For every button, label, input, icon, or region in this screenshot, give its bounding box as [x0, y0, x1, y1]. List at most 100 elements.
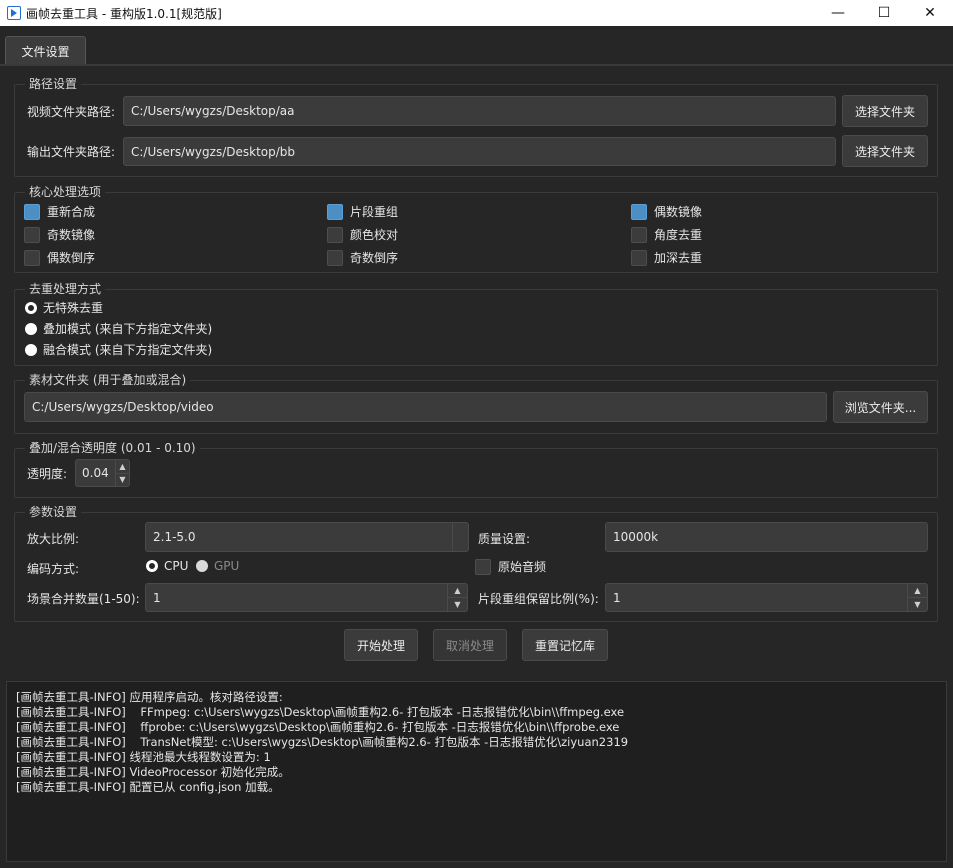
checkbox-box[interactable]	[631, 203, 647, 220]
radio-overlay-mode[interactable]: 叠加模式 (来自下方指定文件夹)	[25, 320, 212, 337]
checkbox-label: 奇数镜像	[47, 228, 96, 242]
log-line: [画帧去重工具-INFO] VideoProcessor 初始化完成。	[16, 765, 290, 779]
step-up-icon[interactable]: ▲	[908, 584, 927, 597]
radio-label: 融合模式 (来自下方指定文件夹)	[43, 343, 213, 357]
quality-label: 质量设置:	[478, 532, 531, 546]
group-title: 叠加/混合透明度 (0.01 - 0.10)	[25, 441, 200, 455]
tab-file-settings[interactable]: 文件设置	[5, 36, 86, 66]
step-down-icon[interactable]: ▼	[116, 472, 129, 487]
reset-memory-button[interactable]: 重置记忆库	[522, 629, 608, 661]
start-processing-button[interactable]: 开始处理	[344, 629, 418, 661]
checkbox-segment-reorg[interactable]: 片段重组	[327, 203, 398, 220]
radio-label: GPU	[214, 559, 240, 573]
scene-merge-spinbox[interactable]: 1 ▲ ▼	[145, 583, 468, 612]
checkbox-box[interactable]	[631, 249, 647, 266]
maximize-button[interactable]: ☐	[861, 0, 907, 26]
close-button[interactable]: ✕	[907, 0, 953, 26]
checkbox-label: 片段重组	[350, 205, 399, 219]
video-folder-label: 视频文件夹路径:	[27, 105, 116, 119]
select-video-folder-button[interactable]: 选择文件夹	[842, 95, 928, 127]
opacity-stepper[interactable]: ▲ ▼	[115, 460, 129, 486]
quality-input[interactable]: 10000k	[605, 522, 928, 552]
checkbox-even-mirror[interactable]: 偶数镜像	[631, 203, 702, 220]
opacity-value: 0.04	[82, 466, 109, 480]
checkbox-box[interactable]	[24, 249, 40, 266]
cancel-processing-button[interactable]: 取消处理	[433, 629, 507, 661]
group-title: 素材文件夹 (用于叠加或混合)	[25, 373, 191, 387]
zoom-ratio-input[interactable]: 2.1-5.0	[145, 522, 469, 552]
log-line: [画帧去重工具-INFO] 配置已从 config.json 加载。	[16, 780, 280, 794]
step-down-icon[interactable]: ▼	[448, 597, 467, 611]
core-options-group: 核心处理选项	[14, 185, 938, 273]
log-line: [画帧去重工具-INFO] 线程池最大线程数设置为: 1	[16, 750, 271, 764]
radio-indicator[interactable]	[25, 343, 37, 356]
checkbox-odd-reverse[interactable]: 奇数倒序	[327, 249, 398, 266]
scene-merge-label: 场景合并数量(1-50):	[27, 592, 140, 606]
zoom-ratio-dropdown[interactable]	[452, 523, 468, 551]
checkbox-odd-mirror[interactable]: 奇数镜像	[24, 226, 95, 243]
radio-label: 叠加模式 (来自下方指定文件夹)	[43, 322, 213, 336]
zoom-ratio-label: 放大比例:	[27, 532, 80, 546]
checkbox-box[interactable]	[24, 226, 40, 243]
app-play-icon	[7, 6, 21, 20]
radio-cpu[interactable]: CPU	[146, 559, 188, 573]
radio-blend-mode[interactable]: 融合模式 (来自下方指定文件夹)	[25, 341, 212, 358]
log-output[interactable]: [画帧去重工具-INFO] 应用程序启动。核对路径设置: [画帧去重工具-INFO…	[6, 681, 947, 862]
segment-keep-ratio-value: 1	[613, 590, 621, 605]
checkbox-box[interactable]	[327, 203, 343, 220]
group-title: 去重处理方式	[25, 282, 106, 296]
radio-indicator[interactable]	[196, 560, 208, 572]
step-up-icon[interactable]: ▲	[448, 584, 467, 597]
checkbox-box[interactable]	[475, 558, 491, 575]
browse-folder-button[interactable]: 浏览文件夹...	[833, 391, 928, 423]
checkbox-deep-dedup[interactable]: 加深去重	[631, 249, 702, 266]
checkbox-label: 原始音频	[498, 560, 547, 574]
radio-label: CPU	[164, 559, 189, 573]
zoom-ratio-value: 2.1-5.0	[153, 530, 196, 544]
checkbox-label: 偶数倒序	[47, 251, 96, 265]
scene-merge-stepper[interactable]: ▲ ▼	[447, 584, 467, 611]
log-line: [画帧去重工具-INFO] ffprobe: c:\Users\wygzs\De…	[16, 720, 620, 734]
step-up-icon[interactable]: ▲	[116, 460, 129, 473]
checkbox-label: 偶数镜像	[654, 205, 703, 219]
checkbox-label: 颜色校对	[350, 228, 399, 242]
material-folder-input[interactable]: C:/Users/wygzs/Desktop/video	[24, 392, 827, 422]
segment-keep-ratio-stepper[interactable]: ▲ ▼	[907, 584, 927, 611]
checkbox-color-correct[interactable]: 颜色校对	[327, 226, 398, 243]
checkbox-label: 角度去重	[654, 228, 703, 242]
radio-no-special-dedup[interactable]: 无特殊去重	[25, 299, 103, 316]
output-folder-input[interactable]: C:/Users/wygzs/Desktop/bb	[123, 137, 836, 166]
radio-label: 无特殊去重	[43, 301, 104, 315]
checkbox-original-audio[interactable]: 原始音频	[475, 558, 546, 575]
radio-indicator[interactable]	[146, 560, 158, 572]
group-title: 核心处理选项	[25, 185, 106, 199]
radio-indicator[interactable]	[25, 322, 37, 335]
title-bar: 画帧去重工具 - 重构版1.0.1[规范版] — ☐ ✕	[0, 0, 953, 26]
video-folder-input[interactable]: C:/Users/wygzs/Desktop/aa	[123, 96, 836, 126]
checkbox-box[interactable]	[327, 226, 343, 243]
log-line: [画帧去重工具-INFO] FFmpeg: c:\Users\wygzs\Des…	[16, 705, 625, 719]
checkbox-box[interactable]	[327, 249, 343, 266]
step-down-icon[interactable]: ▼	[908, 597, 927, 611]
opacity-spinbox[interactable]: 0.04 ▲ ▼	[75, 459, 130, 487]
window-title: 画帧去重工具 - 重构版1.0.1[规范版]	[26, 6, 222, 21]
radio-gpu[interactable]: GPU	[196, 559, 239, 573]
encode-mode-label: 编码方式:	[27, 562, 80, 576]
segment-keep-ratio-label: 片段重组保留比例(%):	[478, 592, 599, 606]
radio-indicator[interactable]	[25, 301, 37, 314]
checkbox-resynthesize[interactable]: 重新合成	[24, 203, 95, 220]
log-line: [画帧去重工具-INFO] TransNet模型: c:\Users\wygzs…	[16, 735, 629, 749]
opacity-label: 透明度:	[27, 467, 68, 481]
checkbox-box[interactable]	[631, 226, 647, 243]
minimize-button[interactable]: —	[815, 0, 861, 26]
select-output-folder-button[interactable]: 选择文件夹	[842, 135, 928, 167]
checkbox-box[interactable]	[24, 203, 40, 220]
checkbox-even-reverse[interactable]: 偶数倒序	[24, 249, 95, 266]
tab-divider	[0, 64, 953, 66]
window-controls: — ☐ ✕	[815, 0, 953, 26]
checkbox-angle-dedup[interactable]: 角度去重	[631, 226, 702, 243]
checkbox-label: 重新合成	[47, 205, 96, 219]
output-folder-label: 输出文件夹路径:	[27, 145, 116, 159]
group-title: 路径设置	[25, 77, 82, 91]
segment-keep-ratio-spinbox[interactable]: 1 ▲ ▼	[605, 583, 928, 612]
